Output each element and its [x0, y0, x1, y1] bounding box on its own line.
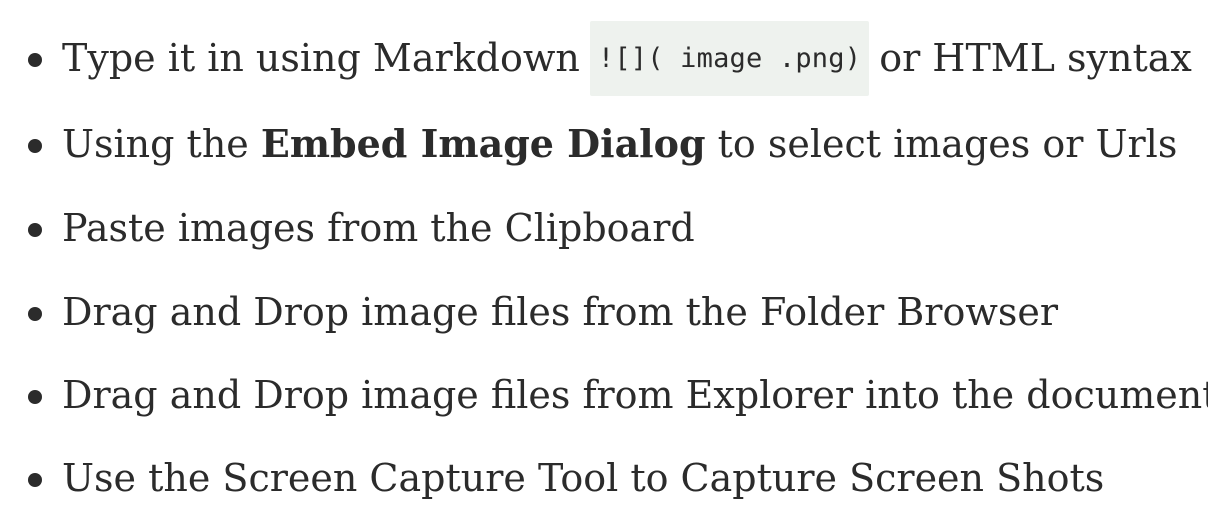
bullet-icon	[28, 307, 42, 321]
list-item-text: Drag and Drop image files from Explorer …	[62, 373, 1208, 417]
list-item-content: Type it in using Markdown ![]( image .pn…	[62, 20, 1192, 96]
list-item-text: or HTML syntax	[879, 36, 1192, 80]
list-item-text: to select images or Urls	[705, 122, 1178, 166]
inline-code: ![]( image .png)	[589, 20, 870, 96]
bullet-icon	[28, 473, 42, 487]
bullet-icon	[28, 53, 42, 67]
list-item-text: Type it in using Markdown	[62, 36, 580, 80]
bullet-icon	[28, 139, 42, 153]
bullet-icon	[28, 223, 42, 237]
list-item-text: Using the	[62, 122, 261, 166]
bold-text: Embed Image Dialog	[260, 121, 706, 166]
list-item-content: Using the Embed Image Dialog to select i…	[62, 114, 1177, 174]
list-item-text: Paste images from the Clipboard	[62, 206, 695, 250]
bullet-icon	[28, 390, 42, 404]
list-item-text: Drag and Drop image files from the Folde…	[62, 290, 1058, 334]
list-item-text: Use the Screen Capture Tool to Capture S…	[62, 456, 1105, 500]
